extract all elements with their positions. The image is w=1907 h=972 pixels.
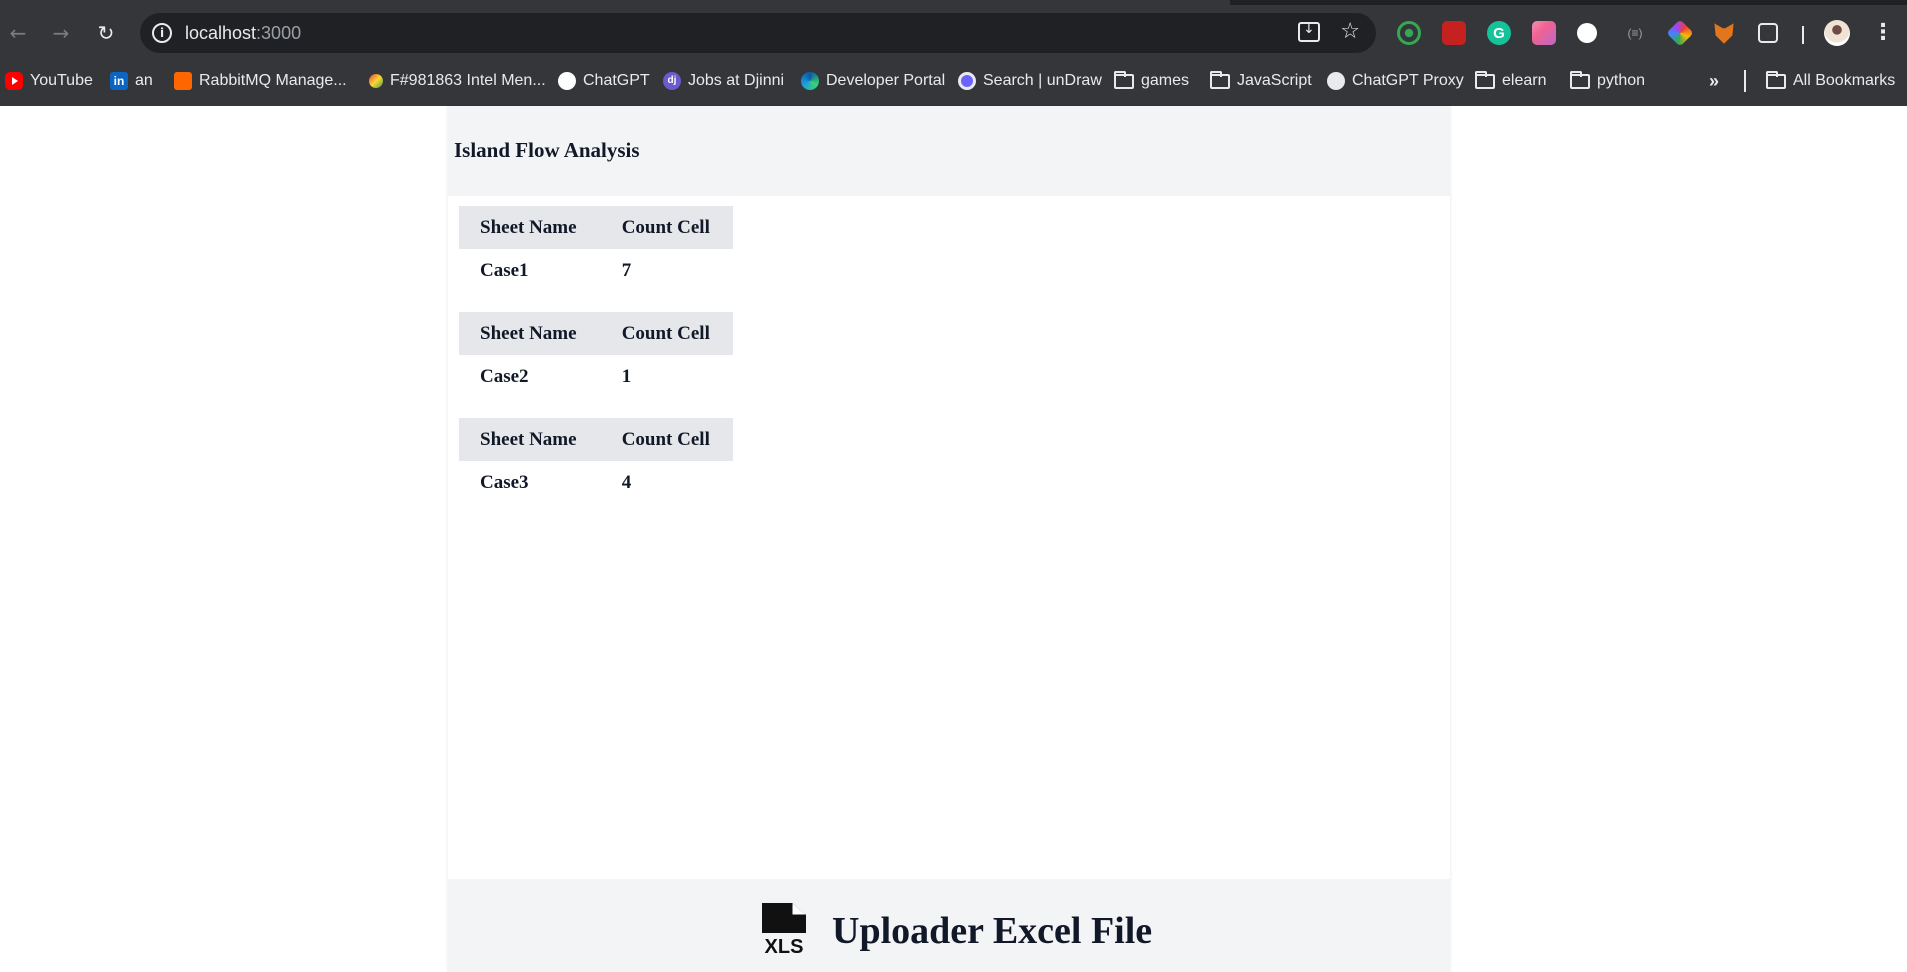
address-bar[interactable]: i localhost:3000 ☆ <box>140 13 1376 53</box>
xls-icon-label: XLS <box>765 936 804 955</box>
bookmark-folder-games[interactable]: games <box>1114 70 1189 92</box>
extension-white-circle-icon[interactable] <box>1577 23 1597 43</box>
chatgpt-icon <box>558 72 576 90</box>
table-header-row: Sheet Name Count Cell <box>459 206 733 249</box>
count-cell-value: 1 <box>621 365 632 387</box>
site-info-icon[interactable]: i <box>152 23 172 43</box>
extension-brackets-icon[interactable]: (≡) <box>1623 21 1647 45</box>
folder-icon <box>1766 70 1786 89</box>
url-host: localhost <box>185 23 257 43</box>
bookmark-label: RabbitMQ Manage... <box>199 72 347 89</box>
sheet-name-cell: Case2 <box>480 365 529 387</box>
linkedin-icon: in <box>110 72 128 90</box>
bookmark-folder-python[interactable]: python <box>1570 70 1645 92</box>
bookmark-label: ChatGPT <box>583 72 650 89</box>
table-row: Case3 4 <box>459 461 733 504</box>
bookmark-developer-portal[interactable]: Developer Portal <box>801 70 945 92</box>
bookmark-folder-javascript[interactable]: JavaScript <box>1210 70 1312 92</box>
bookmark-label: Search | unDraw <box>983 72 1102 89</box>
active-tab-edge <box>0 0 1230 5</box>
bookmark-folder-elearn[interactable]: elearn <box>1475 70 1546 92</box>
folder-icon <box>1475 70 1495 89</box>
undraw-icon <box>958 72 976 90</box>
uploader-section[interactable]: XLS Uploader Excel File <box>448 879 1450 972</box>
forward-arrow-icon[interactable]: → <box>46 18 76 48</box>
sheet-name-cell: Case1 <box>480 259 529 281</box>
extension-color-icon[interactable] <box>1666 19 1694 47</box>
folder-icon <box>1210 70 1230 89</box>
count-cell-header: Count Cell <box>601 418 733 461</box>
install-app-icon[interactable] <box>1298 21 1320 42</box>
uploader-title[interactable]: Uploader Excel File <box>832 909 1152 953</box>
bookmark-label: F#981863 Intel Men... <box>390 72 546 89</box>
count-cell-header: Count Cell <box>601 206 733 249</box>
folder-icon <box>1570 70 1590 89</box>
bookmark-label: python <box>1597 72 1646 89</box>
bookmark-youtube[interactable]: YouTube <box>5 70 93 92</box>
table-row: Case1 7 <box>459 249 733 292</box>
extension-red-icon[interactable] <box>1442 21 1466 45</box>
page-header: Island Flow Analysis <box>448 106 1450 196</box>
table-row: Case2 1 <box>459 355 733 398</box>
bookmark-label: an <box>135 72 153 89</box>
bookmark-label: Jobs at Djinni <box>688 72 785 89</box>
browser-toolbar: ← → ↻ i localhost:3000 ☆ G (≡) ⋮ <box>0 10 1907 56</box>
tab-strip <box>0 0 1907 5</box>
table-header-row: Sheet Name Count Cell <box>459 312 733 355</box>
all-bookmarks-button[interactable]: All Bookmarks <box>1766 70 1895 92</box>
extension-green-ring-icon[interactable] <box>1397 21 1421 45</box>
bookmark-label: All Bookmarks <box>1793 72 1896 89</box>
extension-gradient-icon[interactable] <box>1532 21 1556 45</box>
url-text[interactable]: localhost:3000 <box>185 23 301 44</box>
reload-icon[interactable]: ↻ <box>91 18 121 48</box>
page-container: Island Flow Analysis Sheet Name Count Ce… <box>448 106 1450 972</box>
djinni-icon: dj <box>663 72 681 90</box>
bookmark-chatgpt-proxy[interactable]: ChatGPT Proxy <box>1327 70 1464 92</box>
rabbitmq-icon <box>174 72 192 90</box>
count-cell-header: Count Cell <box>601 312 733 355</box>
sheet-name-header: Sheet Name <box>459 206 602 249</box>
bookmark-chatgpt[interactable]: ChatGPT <box>558 70 650 92</box>
sheet-name-header: Sheet Name <box>459 418 602 461</box>
bookmark-linkedin[interactable]: in an <box>110 70 153 92</box>
page-title: Island Flow Analysis <box>454 138 640 162</box>
edge-icon <box>801 72 819 90</box>
bookmark-f981863[interactable]: F#981863 Intel Men... <box>369 70 546 92</box>
bookmark-undraw[interactable]: Search | unDraw <box>958 70 1102 92</box>
bookmark-label: games <box>1141 72 1190 89</box>
bookmark-djinni[interactable]: dj Jobs at Djinni <box>663 70 784 92</box>
sheet-table: Sheet Name Count Cell Case2 1 <box>459 312 733 398</box>
folder-icon <box>1114 70 1134 89</box>
count-cell-value: 7 <box>621 259 632 281</box>
browser-menu-icon[interactable]: ⋮ <box>1872 20 1894 45</box>
bookmark-rabbitmq[interactable]: RabbitMQ Manage... <box>174 70 347 92</box>
xls-file-icon: XLS <box>762 903 806 955</box>
browser-chrome: ← → ↻ i localhost:3000 ☆ G (≡) ⋮ YouTube… <box>0 0 1907 106</box>
grammarly-icon[interactable]: G <box>1487 21 1511 45</box>
bookmarks-bar: YouTube in an RabbitMQ Manage... F#981863… <box>0 66 1907 96</box>
count-cell-value: 4 <box>621 471 632 493</box>
bookmark-label: Developer Portal <box>826 72 946 89</box>
bookmarks-divider <box>1744 70 1746 92</box>
toolbar-divider <box>1802 26 1804 44</box>
profile-avatar[interactable] <box>1824 20 1850 46</box>
extensions-puzzle-icon[interactable] <box>1758 23 1778 43</box>
site-icon <box>369 74 383 88</box>
globe-icon <box>1327 72 1345 90</box>
bookmark-star-icon[interactable]: ☆ <box>1340 19 1360 44</box>
sheet-table: Sheet Name Count Cell Case1 7 <box>459 206 733 292</box>
sheet-name-cell: Case3 <box>480 471 529 493</box>
more-bookmarks-chevron-icon[interactable]: » <box>1709 70 1719 92</box>
metamask-icon[interactable] <box>1714 23 1734 44</box>
bookmark-label: YouTube <box>30 72 93 89</box>
bookmark-label: JavaScript <box>1237 72 1312 89</box>
back-arrow-icon[interactable]: ← <box>3 18 33 48</box>
url-port: :3000 <box>256 23 302 43</box>
sheet-name-header: Sheet Name <box>459 312 602 355</box>
sheet-table: Sheet Name Count Cell Case3 4 <box>459 418 733 504</box>
bookmark-label: elearn <box>1502 72 1547 89</box>
table-header-row: Sheet Name Count Cell <box>459 418 733 461</box>
bookmark-label: ChatGPT Proxy <box>1352 72 1464 89</box>
youtube-icon <box>5 72 23 90</box>
